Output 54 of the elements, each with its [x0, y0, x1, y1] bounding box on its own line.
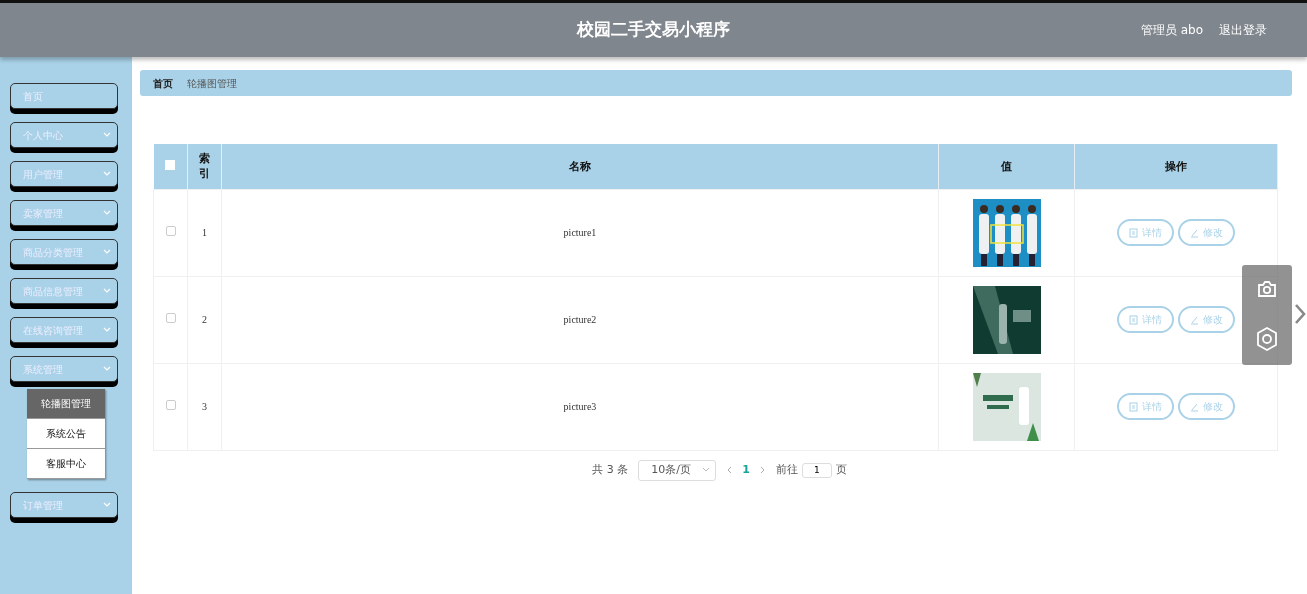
- chevron-right-icon[interactable]: [1293, 303, 1307, 325]
- edit-button[interactable]: 修改: [1178, 219, 1235, 246]
- table-cell: picture2: [563, 314, 597, 325]
- submenu-item[interactable]: 系统公告: [27, 419, 105, 449]
- column-header: 名称: [569, 160, 591, 172]
- submenu-item[interactable]: 轮播图管理: [27, 389, 105, 419]
- page-suffix: 页: [835, 461, 847, 478]
- edit-button[interactable]: 修改: [1178, 306, 1235, 333]
- chevron-right-icon[interactable]: [759, 466, 766, 474]
- user-label: 管理员 abo: [1140, 22, 1203, 39]
- submenu-item[interactable]: 客服中心: [27, 449, 105, 479]
- table-cell: 1: [202, 227, 207, 238]
- chevron-down-icon: [103, 502, 111, 508]
- chevron-down-icon: [103, 366, 111, 372]
- camera-icon[interactable]: [1257, 279, 1277, 298]
- pencil-icon: [1190, 401, 1199, 412]
- table-cell: 2: [202, 314, 207, 325]
- column-header: 索引: [199, 151, 210, 180]
- logout-link[interactable]: 退出登录: [1219, 21, 1267, 39]
- table-cell: picture1: [563, 227, 597, 238]
- detail-button[interactable]: 详情: [1117, 306, 1174, 333]
- detail-button[interactable]: 详情: [1117, 393, 1174, 420]
- page-number[interactable]: 1: [742, 461, 750, 479]
- edit-button[interactable]: 修改: [1178, 393, 1235, 420]
- document-icon: [1129, 227, 1138, 238]
- chevron-down-icon: [103, 210, 111, 216]
- breadcrumb-item[interactable]: 首页: [153, 75, 173, 91]
- chevron-down-icon: [702, 467, 711, 473]
- app-title: 校园二手交易小程序: [577, 20, 730, 40]
- column-header: 值: [1001, 160, 1012, 172]
- pencil-icon: [1190, 314, 1199, 325]
- page-size-select[interactable]: 10条/页: [638, 459, 717, 481]
- detail-button[interactable]: 详情: [1117, 219, 1174, 246]
- chevron-down-icon: [103, 327, 111, 333]
- chevron-down-icon: [103, 171, 111, 177]
- checkbox[interactable]: [165, 313, 176, 323]
- target-icon[interactable]: [1256, 326, 1278, 351]
- document-icon: [1129, 314, 1138, 325]
- breadcrumb-item: 轮播图管理: [187, 76, 237, 91]
- checkbox[interactable]: [165, 400, 176, 410]
- chevron-down-icon: [103, 249, 111, 255]
- chevron-down-icon: [103, 288, 111, 294]
- column-header: 操作: [1165, 160, 1187, 172]
- chevron-left-icon[interactable]: [726, 466, 733, 474]
- chevron-down-icon: [103, 132, 111, 138]
- table-cell: 3: [202, 401, 207, 412]
- table-cell: picture3: [563, 401, 597, 412]
- checkbox[interactable]: [165, 226, 176, 236]
- checkbox[interactable]: [165, 160, 176, 170]
- document-icon: [1129, 401, 1138, 412]
- total-count: 共 3 条: [592, 461, 629, 478]
- pencil-icon: [1190, 227, 1199, 238]
- goto-label: 前往: [775, 461, 798, 478]
- page-input[interactable]: 1: [801, 462, 832, 478]
